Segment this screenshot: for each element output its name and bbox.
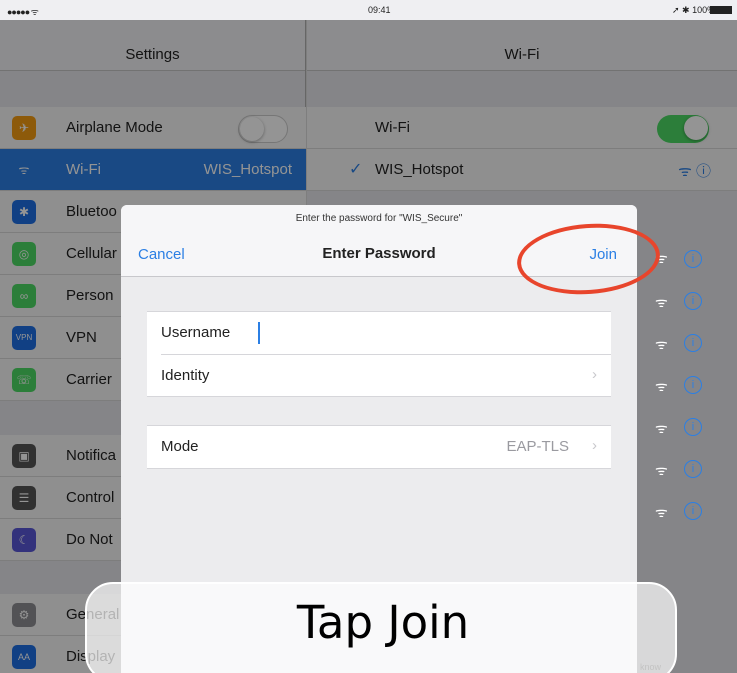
- battery-text: ➚ ✱ 100%: [672, 5, 716, 15]
- wifi-signal-icon: ᯤ: [655, 336, 668, 352]
- info-icon[interactable]: i: [684, 418, 702, 436]
- mode-label: Mode: [161, 438, 199, 455]
- info-icon[interactable]: i: [684, 292, 702, 310]
- username-label: Username: [161, 324, 231, 341]
- wifi-signal-icon: ᯤ: [655, 294, 668, 310]
- identity-field[interactable]: Identity ›: [161, 354, 611, 396]
- wifi-signal-icon: ᯤ: [655, 462, 668, 478]
- text-cursor: [258, 322, 260, 344]
- wifi-signal-icon: ᯤ: [655, 504, 668, 520]
- username-field[interactable]: Username: [147, 312, 611, 354]
- clock: 09:41: [368, 5, 391, 15]
- ipad-screen: ●●●●● ᯤ 09:41 ➚ ✱ 100% Settings ✈ Airpla…: [0, 0, 737, 673]
- info-icon[interactable]: i: [684, 376, 702, 394]
- info-icon[interactable]: i: [684, 460, 702, 478]
- mode-value: EAP-TLS: [506, 438, 569, 455]
- chevron-right-icon: ›: [592, 366, 597, 383]
- mode-field[interactable]: Mode EAP-TLS ›: [147, 426, 611, 468]
- info-icon[interactable]: i: [684, 502, 702, 520]
- status-bar: ●●●●● ᯤ 09:41 ➚ ✱ 100%: [0, 0, 737, 20]
- identity-label: Identity: [161, 367, 210, 384]
- wifi-signal-icon: ᯤ: [655, 378, 668, 394]
- wifi-signal-icon: ᯤ: [655, 420, 668, 436]
- instruction-text: Tap Join: [296, 596, 470, 649]
- instruction-banner: Tap Join: [85, 582, 677, 673]
- mode-group: Mode EAP-TLS ›: [147, 425, 611, 469]
- chevron-right-icon: ›: [592, 437, 597, 454]
- credentials-group: Username Identity ›: [147, 311, 611, 397]
- password-prompt: Enter the password for "WIS_Secure": [295, 213, 463, 224]
- info-icon[interactable]: i: [684, 250, 702, 268]
- signal-indicator: ●●●●● ᯤ: [7, 7, 39, 17]
- battery-icon: [710, 6, 732, 14]
- info-icon[interactable]: i: [684, 334, 702, 352]
